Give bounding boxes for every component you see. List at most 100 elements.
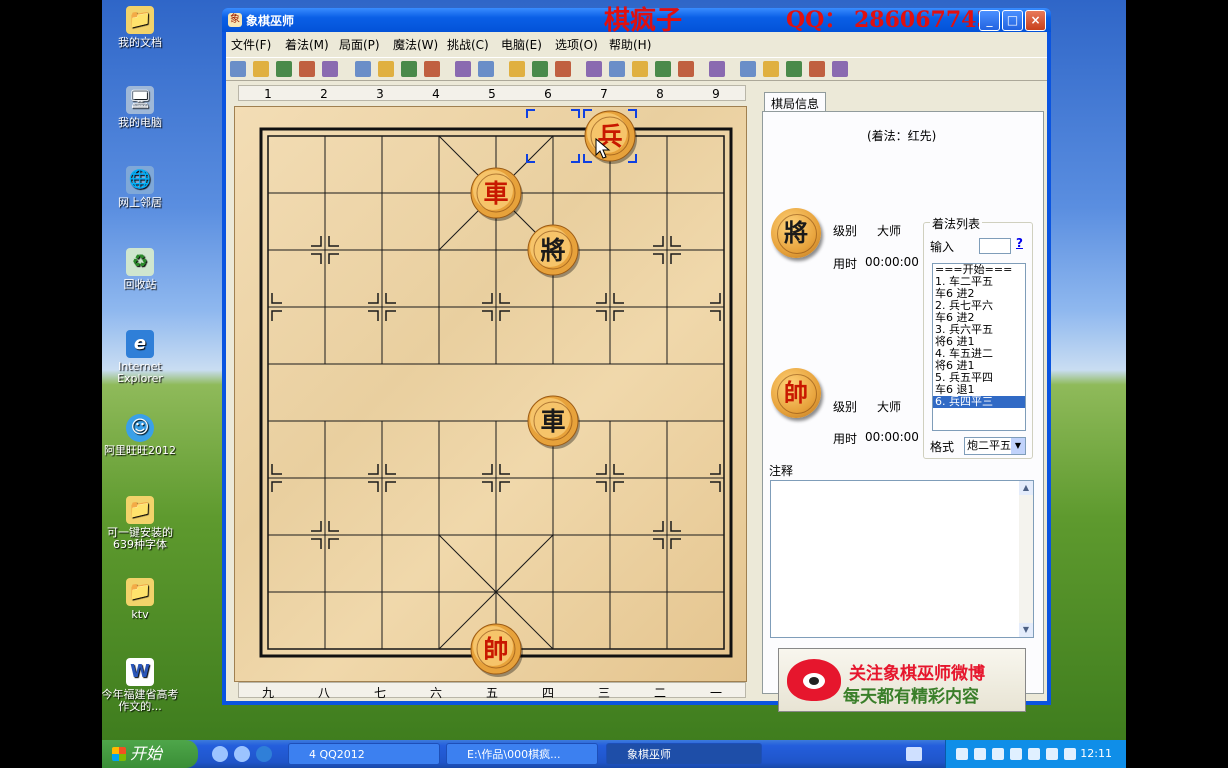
stop-icon[interactable] [832,61,848,77]
edit-icon[interactable] [299,61,315,77]
properties-icon[interactable] [322,61,338,77]
station-marker [311,538,322,549]
book-icon[interactable] [509,61,525,77]
desktop-icon-aliwangwang[interactable]: ☺ 阿里旺旺2012 [102,414,180,457]
network-icon[interactable] [1010,748,1022,760]
weibo-logo-icon [787,659,841,701]
station-marker [271,464,282,475]
open-icon[interactable] [253,61,269,77]
menu-position[interactable]: 局面(P) [339,36,380,53]
piece-black[interactable]: 車 [527,395,580,449]
scroll-down-icon[interactable]: ▼ [1019,623,1033,637]
tab-game-info[interactable]: 棋局信息 [764,92,827,112]
desktop-icon-label: 我的电脑 [118,116,162,129]
chart-icon[interactable] [809,61,825,77]
notes-label: 注释 [769,464,794,478]
desktop-icon-ktv[interactable]: 📁 ktv [102,578,180,621]
taskbar-button-xiangqi[interactable]: 象棋巫师 [606,743,762,765]
station-marker [499,481,510,492]
print-preview-icon[interactable] [786,61,802,77]
desktop-icon-fonts-folder[interactable]: 📁 可一键安装的639种字体 [102,496,180,551]
board-coordinate: 6 [544,87,552,101]
grid-icon[interactable] [555,61,571,77]
move-input[interactable] [979,238,1011,254]
start-button[interactable]: 开始 [102,740,198,768]
paste-icon[interactable] [478,61,494,77]
save-icon[interactable] [276,61,292,77]
menu-moves[interactable]: 着法(M) [285,36,329,53]
piece-red[interactable]: 帥 [470,623,523,677]
color-icon[interactable] [586,61,602,77]
scroll-up-icon[interactable]: ▲ [1019,481,1033,495]
shield-icon[interactable] [974,748,986,760]
desktop-icon-ie[interactable]: e Internet Explorer [102,330,180,385]
print-icon[interactable] [763,61,779,77]
menu-options[interactable]: 选项(O) [555,36,598,53]
next-move-icon[interactable] [401,61,417,77]
bottom-player-piece-char: 帥 [784,378,808,407]
desktop-icon-label: 回收站 [123,278,157,291]
new-icon[interactable] [230,61,246,77]
menu-challenge[interactable]: 挑战(C) [447,36,489,53]
ie-icon[interactable] [256,746,272,762]
quicklaunch-icon[interactable] [212,746,228,762]
clipboard-icon[interactable] [678,61,694,77]
menu-file[interactable]: 文件(F) [231,36,271,53]
station-marker [670,521,681,532]
station-marker [311,521,322,532]
qq-icon[interactable] [992,748,1004,760]
delete-icon[interactable] [455,61,471,77]
bottom-player-piece-icon: 帥 [771,368,821,418]
format-select[interactable]: 炮二平五 ▼ [964,437,1026,455]
piece-black[interactable]: 將 [527,224,580,278]
move-list[interactable]: ===开始=== 1. 车二平五 车6 进2 2. 兵七平六 车6 进2 3. 兵六平… [932,263,1026,431]
tray-icon[interactable] [1064,748,1076,760]
quicklaunch-icon[interactable] [234,746,250,762]
station-marker [499,310,510,321]
engine-icon[interactable] [609,61,625,77]
speaker-icon[interactable] [1046,748,1058,760]
last-move-icon[interactable] [424,61,440,77]
first-move-icon[interactable] [355,61,371,77]
desktop-icon-word-doc[interactable]: W 今年福建省高考作文的... [102,658,180,713]
library-icon[interactable] [709,61,725,77]
taskbar-button-qq[interactable]: 4 QQ2012 [288,743,440,765]
move-list-item[interactable]: 6. 兵四平三 [933,396,1025,408]
weibo-banner[interactable]: 关注象棋巫师微博 每天都有精彩内容 [778,648,1026,712]
desktop-icon-recycle-bin[interactable]: ♻ 回收站 [102,248,180,291]
word-doc-icon: W [126,658,154,686]
title-bar[interactable]: 象 象棋巫师 棋疯子 QQ： 286067743 _ □ × [222,6,1051,36]
desktop-icon-label: Internet Explorer [117,360,163,385]
station-marker [596,293,607,304]
close-button[interactable]: × [1025,10,1046,31]
hint-icon[interactable] [655,61,671,77]
network-icon: 🌐 [126,166,154,194]
desktop-icon-network[interactable]: 🌐 网上邻居 [102,166,180,209]
weibo-icon[interactable] [632,61,648,77]
menu-help[interactable]: 帮助(H) [609,36,651,53]
board-coordinate: 六 [429,686,442,700]
prev-move-icon[interactable] [378,61,394,77]
top-coordinate-row: 1 2 3 4 5 6 7 8 9 [238,85,746,101]
info-icon[interactable] [1028,748,1040,760]
desktop-icon-my-computer[interactable]: 🖥 我的电脑 [102,86,180,129]
piece-red[interactable]: 兵 [584,110,637,164]
xiangqi-board[interactable]: 兵車將車帥 [235,107,746,681]
minimize-button[interactable]: _ [979,10,1000,31]
timer-icon[interactable] [740,61,756,77]
menu-magic[interactable]: 魔法(W) [393,36,438,53]
notes-scrollbar[interactable]: ▲ ▼ [1019,481,1033,637]
station-marker [385,481,396,492]
piece-red[interactable]: 車 [470,167,523,221]
desktop-icon-my-documents[interactable]: 📁 我的文档 [102,6,180,49]
input-label: 输入 [930,240,955,254]
keyboard-icon[interactable] [906,747,922,761]
help-link[interactable]: ? [1016,236,1023,250]
tree-icon[interactable] [532,61,548,77]
taskbar-button-explorer[interactable]: E:\作品\000棋疯... [446,743,598,765]
menu-computer[interactable]: 电脑(E) [501,36,542,53]
tray-icon[interactable] [956,748,968,760]
maximize-button[interactable]: □ [1002,10,1023,31]
selected-piece-marker [583,154,592,163]
notes-textarea[interactable]: ▲ ▼ [770,480,1034,638]
